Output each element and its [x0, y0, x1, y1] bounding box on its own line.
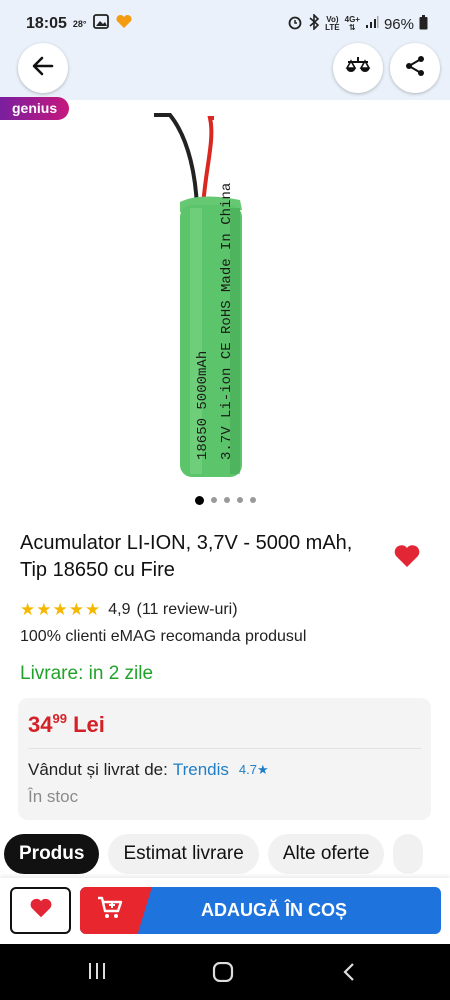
battery-print-line2: 3.7V Li-ion CE RoHS Made In China: [219, 183, 235, 460]
recommend-text: 100% clienti eMAG recomanda produsul: [20, 628, 307, 645]
star-icon: ★: [68, 600, 84, 619]
favorite-button[interactable]: [393, 543, 421, 569]
price-main: 34: [28, 712, 53, 737]
bottom-action-bar: ADAUGĂ ÎN COȘ: [0, 878, 450, 944]
battery-icon: [419, 14, 428, 34]
star-icon: ★: [36, 600, 52, 619]
price: 3499 Lei: [28, 711, 105, 738]
seller-label: Vândut și livrat de:: [28, 760, 168, 779]
heart-icon: [29, 897, 53, 924]
heart-icon: [393, 545, 421, 573]
signal-icon: [365, 15, 379, 33]
price-card: 3499 Lei Vândut și livrat de: Trendis 4.…: [18, 698, 431, 820]
carousel-dot-5[interactable]: [249, 497, 256, 503]
price-cents: 99: [52, 711, 67, 726]
seller-rating: 4.7★: [238, 762, 269, 777]
genius-badge: genius: [0, 97, 70, 120]
product-title: Acumulator LI-ION, 3,7V - 5000 mAh, Tip …: [20, 532, 353, 581]
heart-app-icon: [115, 14, 133, 34]
battery-print-line1: 18650 5000mAh: [195, 351, 211, 460]
rating-value: 4,9: [108, 601, 131, 618]
carousel-dot-4[interactable]: [236, 497, 243, 503]
battery-product-image: 18650 5000mAh 3.7V Li-ion CE RoHS Made I…: [154, 113, 242, 477]
add-to-favorites-button[interactable]: [10, 887, 71, 934]
tab-alte-oferte[interactable]: Alte oferte: [267, 834, 385, 874]
stock-status: În stoc: [28, 787, 79, 806]
add-to-cart-button[interactable]: ADAUGĂ ÎN COȘ: [80, 887, 441, 934]
status-temperature: 28°: [72, 19, 87, 29]
tab-more[interactable]: [393, 834, 424, 874]
seller-row: Vândut și livrat de: Trendis 4.7★: [28, 760, 269, 780]
product-image-carousel[interactable]: 18650 5000mAh 3.7V Li-ion CE RoHS Made I…: [0, 100, 450, 490]
star-icon: ★: [52, 600, 68, 619]
back-nav-icon[interactable]: [342, 962, 356, 987]
rating-stars: ★ ★ ★ ★ ★: [20, 601, 100, 619]
bluetooth-icon: [308, 13, 320, 34]
carousel-dot-2[interactable]: [210, 497, 217, 503]
star-icon: ★: [85, 600, 101, 619]
volte-indicator: Vo) LTE: [325, 16, 340, 32]
gallery-icon: [92, 14, 109, 34]
battery-percent: 96%: [383, 15, 414, 33]
data-arrows-icon: ⇅: [348, 23, 356, 32]
section-tabs: Produs Estimat livrare Alte oferte: [4, 834, 424, 874]
network-indicator: 4G+ ⇅: [345, 16, 360, 32]
delivery-estimate: Livrare: in 2 zile: [20, 663, 154, 684]
tab-estimat-livrare[interactable]: Estimat livrare: [108, 834, 259, 874]
compare-button[interactable]: [333, 43, 383, 93]
arrow-left-icon: [30, 53, 56, 84]
compare-scale-icon: [345, 55, 371, 82]
star-icon: ★: [20, 600, 36, 619]
home-icon[interactable]: [212, 961, 234, 987]
seller-link[interactable]: Trendis: [173, 760, 229, 780]
volte-bottom: LTE: [325, 23, 340, 32]
status-left: 18:05 28°: [26, 14, 133, 34]
tab-produs[interactable]: Produs: [4, 834, 100, 874]
carousel-dot-1[interactable]: [194, 496, 204, 505]
back-button[interactable]: [18, 43, 68, 93]
status-right: Vo) LTE 4G+ ⇅ 96%: [287, 13, 428, 34]
share-icon: [403, 54, 427, 83]
add-to-cart-label: ADAUGĂ ÎN COȘ: [200, 900, 347, 920]
top-header: [0, 43, 450, 100]
cart-icon: [97, 896, 123, 925]
review-count[interactable]: (11 review-uri): [137, 601, 238, 619]
rating-row[interactable]: ★ ★ ★ ★ ★ 4,9 (11 review-uri): [20, 601, 238, 619]
carousel-dots: [0, 496, 450, 505]
divider: [28, 748, 421, 749]
recent-apps-icon[interactable]: [87, 962, 107, 985]
share-button[interactable]: [390, 43, 440, 93]
price-currency: Lei: [73, 712, 105, 737]
system-nav-bar: [0, 944, 450, 1000]
cart-icon-area: [80, 887, 152, 934]
carousel-dot-3[interactable]: [223, 497, 230, 503]
status-bar: 18:05 28° Vo) LTE 4G+ ⇅ 96%: [0, 0, 450, 48]
alarm-icon: [287, 14, 303, 34]
status-time: 18:05: [26, 15, 67, 32]
